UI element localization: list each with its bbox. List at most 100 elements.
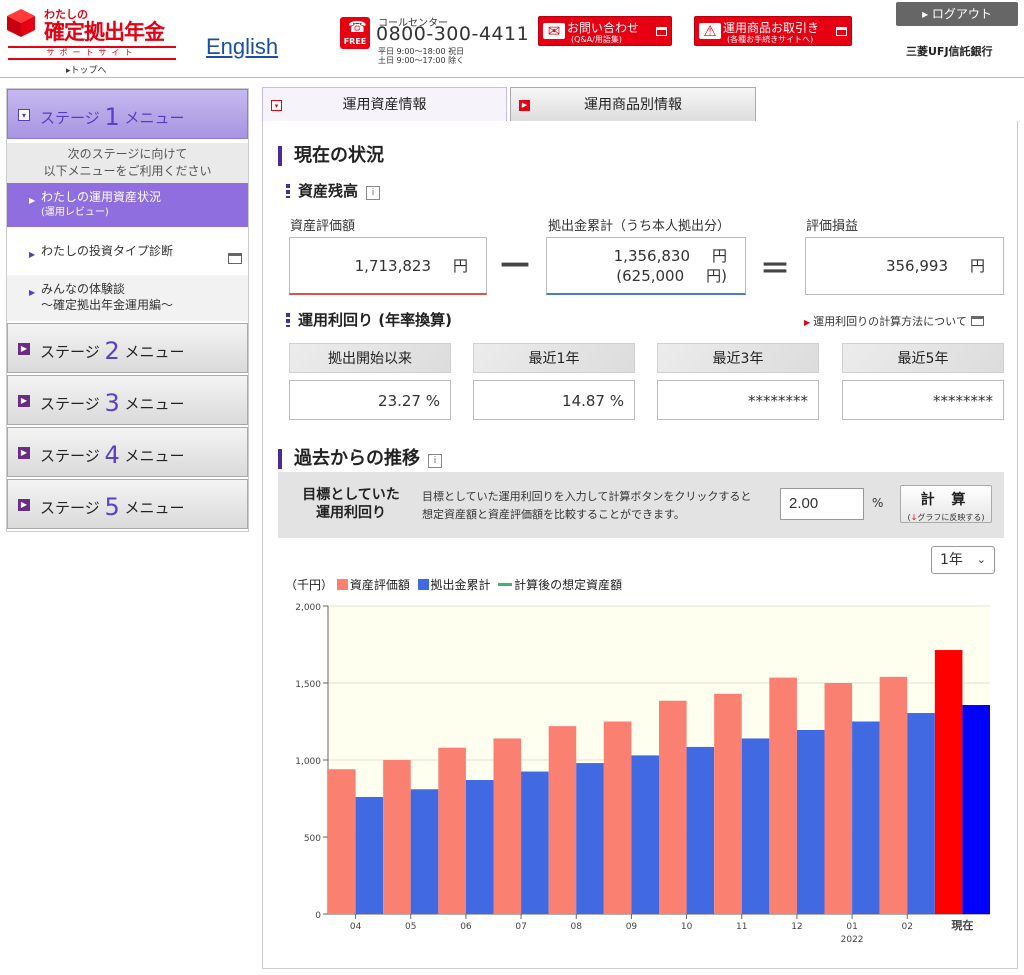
arrow-right-icon: ▶	[29, 250, 36, 259]
stage-suffix: メニュー	[124, 343, 185, 361]
chart-bar-contrib	[576, 763, 604, 914]
logo-cube-icon	[7, 9, 35, 37]
chart-bar-asset	[824, 683, 853, 914]
balance-title-text: 資産残高	[298, 182, 359, 200]
call-center: FREE コールセンター 0800-300-4411 平日 9:00～18:00…	[340, 14, 530, 66]
top-link[interactable]: ▸トップへ	[66, 63, 107, 76]
target-yield-input[interactable]: 2.00	[780, 488, 864, 520]
gain-loss-label: 評価損益	[806, 219, 859, 234]
yield-value-since-start: 23.27 %	[289, 380, 451, 420]
contact-button[interactable]: ✉ お問い合わせ (Q&A/用語集)	[538, 16, 672, 46]
target-desc-line2: 想定資産額と資産評価額を比較することができます。	[422, 508, 685, 521]
legend-asset: 資産評価額	[349, 578, 410, 592]
stage-number: 4	[104, 441, 120, 469]
top-link-label[interactable]: トップへ	[71, 66, 107, 76]
english-link[interactable]: English	[206, 34, 278, 60]
logo-main-text: 確定拠出年金	[44, 20, 165, 44]
chevron-right-icon: ▶	[18, 447, 30, 459]
sidebar-item-experiences[interactable]: ▶ みんなの体験談 ～確定拠出年金運用編～	[7, 275, 248, 321]
section-history-title: 過去からの推移 i	[278, 449, 442, 469]
header: わたしの 確定拠出年金 サポートサイト ▸トップへ English FREE コ…	[0, 0, 1024, 78]
chart-x-tick-label: 10	[681, 922, 693, 932]
info-icon[interactable]: i	[428, 454, 442, 468]
chevron-right-icon: ▶	[18, 395, 30, 407]
sidebar-note-line2: 以下メニューをご利用ください	[43, 164, 212, 178]
call-center-hours: 平日 9:00～18:00 祝日 土日 9:00～17:00 除く	[378, 47, 464, 65]
info-icon[interactable]: i	[366, 186, 381, 200]
section-current-status-title: 現在の状況	[278, 146, 384, 166]
chart-x-tick-label: 06	[460, 922, 472, 932]
chart-x-tick-label: 08	[571, 922, 583, 932]
chart-bar-contrib	[907, 713, 935, 914]
tab-label: 運用資産情報	[342, 97, 427, 113]
period-select[interactable]: 1年 ⌄	[931, 546, 995, 574]
legend-swatch-asset	[336, 579, 348, 590]
yen-unit: 円	[969, 257, 985, 275]
calculate-button[interactable]: 計 算 (↓グラフに反映する)	[900, 485, 992, 523]
logout-label[interactable]: ログアウト	[932, 7, 992, 21]
chevron-right-icon: ▶	[519, 100, 530, 111]
target-yield-label-line1: 目標としていた	[302, 487, 400, 503]
chart-x-tick-label: 11	[736, 922, 747, 932]
chart-bar-contrib	[686, 746, 715, 914]
target-yield-description: 目標としていた運用利回りを入力して計算ボタンをクリックすると 想定資産額と資産評…	[422, 488, 751, 524]
stage-number: 3	[104, 389, 120, 417]
target-yield-panel: 目標としていた 運用利回り 目標としていた運用利回りを入力して計算ボタンをクリッ…	[278, 472, 1004, 538]
stage-1-menu[interactable]: ▾ ステージ 1 メニュー	[7, 89, 248, 139]
yield-calc-method-link[interactable]: ▶ 運用利回りの計算方法について	[804, 313, 984, 329]
chart-x-tick-label: 01	[846, 922, 857, 932]
sidebar-item-investment-type[interactable]: ▶ わたしの投資タイプ診断	[7, 227, 248, 275]
stage-2-menu[interactable]: ▶ ステージ 2 メニュー	[7, 323, 248, 373]
bank-name: 三菱UFJ信託銀行	[906, 45, 993, 58]
call-hours-weekday: 平日 9:00～18:00 祝日	[378, 47, 465, 56]
legend-unit: （千円）	[285, 578, 334, 592]
stage-number: 2	[104, 337, 120, 365]
yield-header-1y: 最近1年	[473, 343, 635, 373]
sidebar-item-label: わたしの投資タイプ診断	[41, 244, 174, 258]
new-window-icon	[970, 316, 984, 326]
chart-y-tick-label: 1,500	[295, 680, 321, 690]
contribution-value: 1,356,830	[613, 247, 690, 265]
stage-prefix: ステージ	[40, 109, 100, 127]
stage-5-menu[interactable]: ▶ ステージ 5 メニュー	[7, 479, 248, 529]
chart-bar-asset	[659, 700, 687, 914]
chart-bar-asset	[879, 676, 908, 914]
chart-legend: （千円） 資産評価額 拠出金累計 計算後の想定資産額	[285, 576, 622, 593]
stage-3-menu[interactable]: ▶ ステージ 3 メニュー	[7, 375, 248, 425]
stage-suffix: メニュー	[124, 447, 185, 465]
product-trade-button[interactable]: ⚠ 運用商品お取引き (各種お手続きサイトへ)	[694, 16, 852, 46]
chart-bar-contrib	[741, 738, 770, 914]
call-hours-weekend: 土日 9:00～17:00 除く	[378, 56, 465, 65]
chart-bar-asset	[934, 650, 963, 914]
logout-button[interactable]: ▸ ログアウト	[896, 2, 1018, 26]
site-logo[interactable]: わたしの 確定拠出年金 サポートサイト ▸トップへ	[6, 6, 176, 76]
product-trade-sub: (各種お手続きサイトへ)	[727, 35, 814, 44]
yield-value-5y: ********	[842, 380, 1004, 420]
chart-x-tick-label: 04	[350, 922, 362, 932]
stage-4-menu[interactable]: ▶ ステージ 4 メニュー	[7, 427, 248, 477]
tab-asset-info[interactable]: ▾ 運用資産情報	[262, 87, 507, 122]
chart-bar-contrib	[796, 729, 825, 914]
yield-calc-method-label[interactable]: 運用利回りの計算方法について	[813, 315, 967, 328]
equals-sign: ＝	[760, 252, 790, 287]
chart-y-tick-label: 0	[315, 911, 321, 921]
sidebar-item-sub: ～確定拠出年金運用編～	[41, 298, 174, 312]
chart-bar-asset	[603, 721, 632, 914]
call-center-number: 0800-300-4411	[376, 23, 530, 45]
arrow-right-icon: ▶	[804, 318, 811, 327]
logo-support-text: サポートサイト	[8, 46, 176, 60]
legend-swatch-contrib	[417, 579, 429, 590]
sidebar-item-asset-status[interactable]: ▶ わたしの運用資産状況 (運用レビュー)	[7, 183, 248, 227]
period-select-value: 1年	[940, 552, 963, 568]
sidebar-item-label: みんなの体験談	[41, 282, 126, 296]
chart-x-tick-label: 02	[902, 922, 913, 932]
tab-product-info[interactable]: ▶ 運用商品別情報	[510, 87, 756, 122]
chart-y-tick-label: 500	[304, 834, 321, 844]
chevron-down-icon: ▾	[271, 100, 282, 111]
chart-x-tick-label: 09	[626, 922, 638, 932]
mail-icon: ✉	[543, 23, 565, 39]
new-window-icon	[836, 27, 847, 36]
new-window-icon	[228, 253, 242, 264]
sidebar-item-sub: (運用レビュー)	[41, 207, 109, 218]
tab-label: 運用商品別情報	[584, 97, 682, 113]
